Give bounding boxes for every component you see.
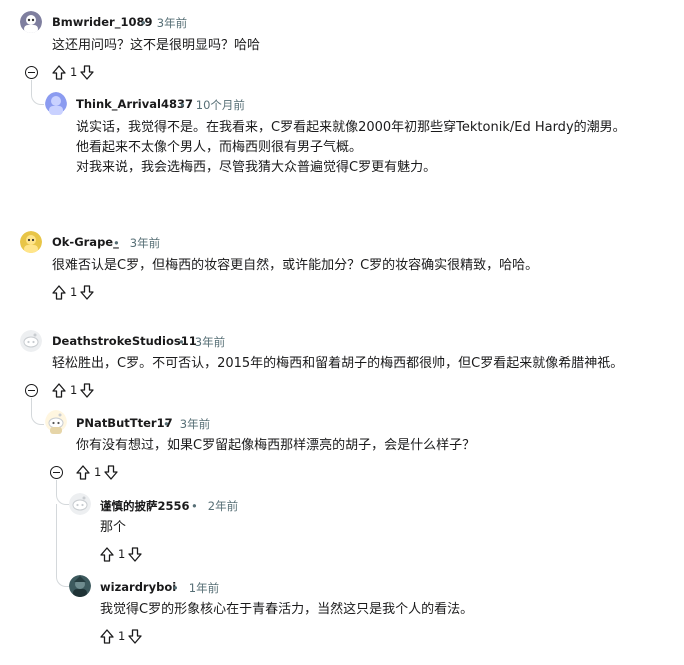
comment-timestamp: • 3年前 — [113, 236, 161, 250]
downvote-arrow-icon[interactable] — [80, 284, 94, 300]
collapse-minus-icon[interactable] — [50, 466, 63, 479]
thread-curve — [56, 566, 69, 587]
comment-timestamp: • 3年前 — [178, 335, 226, 349]
comment-body: 这还用问吗？这不是很明显吗？哈哈 — [52, 38, 261, 53]
upvote-arrow-icon[interactable] — [76, 464, 90, 480]
thread-curve — [31, 406, 44, 425]
vote-bar: 1 — [76, 464, 118, 480]
avatar[interactable] — [45, 410, 67, 436]
comment-body: 轻松胜出，C罗。不可否认，2015年的梅西和留着胡子的梅西都很帅，但C罗看起来就… — [52, 356, 624, 371]
vote-count: 1 — [118, 547, 126, 561]
vote-bar: 1 — [52, 382, 94, 398]
upvote-arrow-icon[interactable] — [52, 284, 66, 300]
vote-count: 1 — [70, 65, 78, 79]
upvote-arrow-icon[interactable] — [100, 546, 114, 562]
avatar[interactable] — [45, 92, 67, 118]
thread-line — [56, 504, 57, 568]
comment-body: 我觉得C罗的形象核心在于青春活力，当然这只是我个人的看法。 — [100, 602, 474, 617]
comment-author[interactable]: Bmwrider_1089 — [52, 15, 152, 29]
comment-body: 很难否认是C罗，但梅西的妆容更自然，或许能加分？C罗的妆容确实很精致，哈哈。 — [52, 258, 539, 273]
comment-body: 那个 — [100, 520, 127, 535]
avatar[interactable] — [20, 231, 42, 253]
timestamp-text: 3年前 — [194, 335, 226, 349]
comment-body-line: 说实话，我觉得不是。在我看来，C罗看起来就像2000年初那些穿Tektonik/… — [76, 120, 626, 135]
vote-count: 1 — [70, 285, 78, 299]
upvote-arrow-icon[interactable] — [52, 382, 66, 398]
comment-author[interactable]: 谨慎的披萨2556 — [100, 498, 190, 514]
comment-body-line: 对我来说，我会选梅西，尽管我猜大众普遍觉得C罗更有魅力。 — [76, 160, 437, 175]
thread-curve — [31, 86, 44, 105]
thread-curve — [56, 486, 69, 505]
vote-count: 1 — [94, 465, 102, 479]
comment-author[interactable]: Ok-Grape_ — [52, 235, 119, 249]
collapse-minus-icon[interactable] — [25, 384, 38, 397]
collapse-minus-icon[interactable] — [25, 66, 38, 79]
upvote-arrow-icon[interactable] — [52, 64, 66, 80]
comment-timestamp: • 3年前 — [140, 16, 188, 30]
comment-timestamp: • 2年前 — [191, 499, 239, 513]
comment-author[interactable]: Think_Arrival4837 — [76, 97, 193, 111]
comment-author[interactable]: DeathstrokeStudios11 — [52, 334, 197, 348]
downvote-arrow-icon[interactable] — [104, 464, 118, 480]
avatar[interactable] — [20, 11, 42, 33]
vote-bar: 1 — [100, 628, 142, 644]
comment-timestamp: • 3年前 — [163, 417, 211, 431]
comment-timestamp: • 10个月前 — [179, 98, 245, 112]
timestamp-text: 2年前 — [207, 499, 239, 513]
downvote-arrow-icon[interactable] — [80, 382, 94, 398]
comment-author[interactable]: PNatButTter17 — [76, 416, 173, 430]
vote-bar: 1 — [52, 64, 94, 80]
comment-author[interactable]: wizardryboi — [100, 580, 176, 594]
avatar[interactable] — [20, 330, 42, 352]
comment-body-line: 他看起来不太像个男人，而梅西则很有男子气概。 — [76, 140, 363, 155]
downvote-arrow-icon[interactable] — [128, 546, 142, 562]
vote-bar: 1 — [52, 284, 94, 300]
timestamp-text: 3年前 — [129, 236, 161, 250]
downvote-arrow-icon[interactable] — [128, 628, 142, 644]
upvote-arrow-icon[interactable] — [100, 628, 114, 644]
timestamp-text: 3年前 — [179, 417, 211, 431]
comment-timestamp: • 1年前 — [172, 581, 220, 595]
vote-count: 1 — [118, 629, 126, 643]
timestamp-text: 3年前 — [156, 16, 188, 30]
downvote-arrow-icon[interactable] — [80, 64, 94, 80]
vote-bar: 1 — [100, 546, 142, 562]
vote-count: 1 — [70, 383, 78, 397]
avatar[interactable] — [69, 575, 91, 597]
avatar[interactable] — [69, 493, 91, 515]
comment-body: 你有没有想过，如果C罗留起像梅西那样漂亮的胡子，会是什么样子？ — [76, 438, 476, 453]
timestamp-text: 10个月前 — [195, 98, 245, 112]
timestamp-text: 1年前 — [188, 581, 220, 595]
